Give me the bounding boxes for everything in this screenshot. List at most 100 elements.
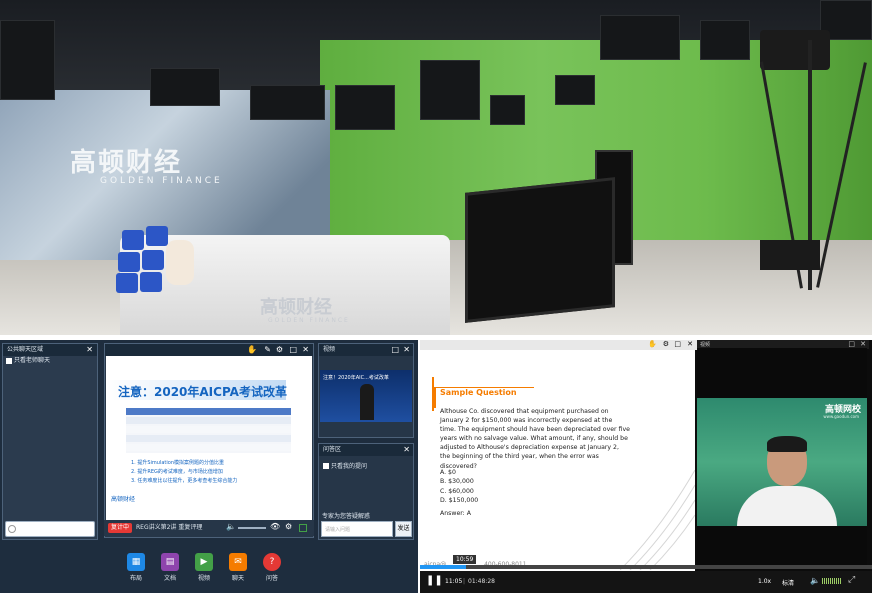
table-row [126,444,291,451]
toolbar-item-qa[interactable]: ? 问答 [260,553,284,593]
studio-photo: 高顿财经 GOLDEN FINANCE 高顿财经 GOLDEN FINANCE [0,0,872,335]
question-input[interactable]: 请输入问题 [321,521,393,537]
slide-canvas: 注意：2020年AICPA考试改革 1. 提升Simulation模拟案例题的分… [106,356,312,524]
studio-logo-en: GOLDEN FINANCE [100,176,223,186]
chat-panel-title: 公共聊天区域 [7,346,44,353]
checkbox[interactable] [323,462,329,469]
heading-accent [434,388,436,408]
progress-track[interactable] [420,565,872,569]
volume-icon[interactable]: 🔈 [226,522,236,531]
studio-light [600,15,680,60]
document-icon[interactable]: ▤ [161,553,179,571]
question-input-placeholder: 请输入问题 [325,527,351,533]
fullscreen-icon[interactable]: ⤢ [848,575,855,585]
settings-icon[interactable]: ⚙ [276,344,283,356]
maximize-icon[interactable]: □ [674,340,681,348]
studio-light [335,85,395,130]
answer-option: C. $60,000 [440,487,474,495]
slide-bullets: 1. 提升Simulation模拟案例题的分值比重 2. 提升REG的考试难度，… [131,459,237,486]
toolbar-item-document[interactable]: ▤ 文档 [158,553,182,593]
quality-button[interactable]: 标清 [782,578,794,587]
table-row [126,435,291,442]
branded-mug [122,230,144,250]
pause-icon[interactable]: ❚❚ [426,575,443,586]
video-panel-header: 视频 □ ✕ [319,344,413,356]
answer-text: Answer: A [440,510,471,517]
branded-mug [146,226,168,246]
document-panel-header: ✋ ✎ ⚙ □ ✕ [105,344,313,356]
qa-hint: 专家为您答疑解惑 [322,513,371,520]
checkbox[interactable] [6,358,12,364]
eye-icon[interactable]: 👁 [270,522,280,531]
hand-icon[interactable]: ✋ [648,340,657,348]
close-icon[interactable]: ✕ [403,444,410,456]
current-time: 11:05 [445,578,463,585]
studio-light [555,75,595,105]
slide-footer-logo: 高顿财经 [111,496,136,503]
studio-laptop [465,177,615,323]
toolbar-item-video[interactable]: ▶ 视频 [192,553,216,593]
maximize-icon[interactable]: □ [848,340,855,348]
studio-light [250,85,325,120]
close-icon[interactable]: ✕ [86,344,93,356]
studio-logo-cn: 高顿财经 [70,148,183,178]
slide-bullet: 1. 提升Simulation模拟案例题的分值比重 [131,460,224,466]
emoji-icon[interactable] [8,525,16,533]
slide-bullet: 3. 任务难度比以往提升，更多考查考生综合能力 [131,478,238,484]
teacher-video-frame: 高顿网校 www.gaodun.com [697,398,867,526]
teacher-hair [767,436,807,452]
qa-panel-header: 问答区 ✕ [319,444,413,456]
decorative-lines [620,470,695,570]
signal-icon [299,524,307,532]
volume-level[interactable] [822,578,842,584]
answer-options: A. $0 B. $30,000 C. $60,000 D. $150,000 [440,468,478,505]
question-heading: Sample Question [440,388,517,397]
toolbar-item-chat[interactable]: ✉ 聊天 [226,553,250,593]
chat-panel-header: 公共聊天区域 ✕ [3,344,97,356]
qa-panel: 问答区 ✕ 只看我的提问 专家为您答疑解惑 请输入问题 发送 [318,443,414,540]
settings-icon[interactable]: ⚙ [285,522,292,531]
maximize-icon[interactable]: □ [391,344,399,356]
studio-light [150,68,220,106]
close-icon[interactable]: ✕ [302,344,309,356]
mascot-figurine [166,240,194,285]
close-icon[interactable]: ✕ [687,340,693,348]
control-bar: ❚❚ 11:05 | 01:48:28 1.0x 标清 🔈 ⤢ [420,571,872,593]
maximize-icon[interactable]: □ [289,344,297,356]
branded-mug [118,252,140,272]
video-icon[interactable]: ▶ [195,553,213,571]
bottom-toolbar: ▦ 布局 ▤ 文档 ▶ 视频 ✉ 聊天 ? 问答 [124,553,294,593]
table-header-row [126,408,291,415]
question-text: Althouse Co. discovered that equipment p… [440,408,630,470]
video-camera [760,30,830,70]
chat-message-area [3,366,97,519]
teacher-only-filter[interactable]: 只看老师聊天 [3,356,97,366]
chat-input[interactable] [5,521,95,537]
question-icon[interactable]: ? [263,553,281,571]
hand-icon[interactable]: ✋ [247,344,257,356]
studio-light [490,95,525,125]
desk-logo-en: GOLDEN FINANCE [268,317,350,324]
total-time: 01:48:28 [468,578,495,585]
toolbar-item-layout[interactable]: ▦ 布局 [124,553,148,593]
my-questions-filter[interactable]: 只看我的提问 [323,461,367,470]
volume-icon[interactable]: 🔈 [810,576,820,585]
chat-icon[interactable]: ✉ [229,553,247,571]
close-icon[interactable]: ✕ [403,344,410,356]
answer-option: A. $0 [440,469,456,476]
studio-light [420,60,480,120]
pen-icon[interactable]: ✎ [264,344,271,356]
volume-slider[interactable] [238,527,266,529]
send-button[interactable]: 发送 [395,521,412,537]
studio-equipment [760,240,820,270]
qa-panel-title: 问答区 [323,446,342,453]
close-icon[interactable]: ✕ [860,340,866,348]
branded-mug [116,273,138,293]
document-panel: ✋ ✎ ⚙ □ ✕ 注意：2020年AICPA考试改革 1. 提升Simulat… [104,343,314,538]
settings-icon[interactable]: ⚙ [663,340,669,348]
status-badge: 复计中 [108,523,133,533]
layout-icon[interactable]: ▦ [127,553,145,571]
video-panel: 视频 □ ✕ 注意！2020年AIC...考试改革 [318,343,414,438]
speed-button[interactable]: 1.0x [758,578,771,585]
video-thumbnail[interactable]: 注意！2020年AIC...考试改革 [320,370,412,422]
